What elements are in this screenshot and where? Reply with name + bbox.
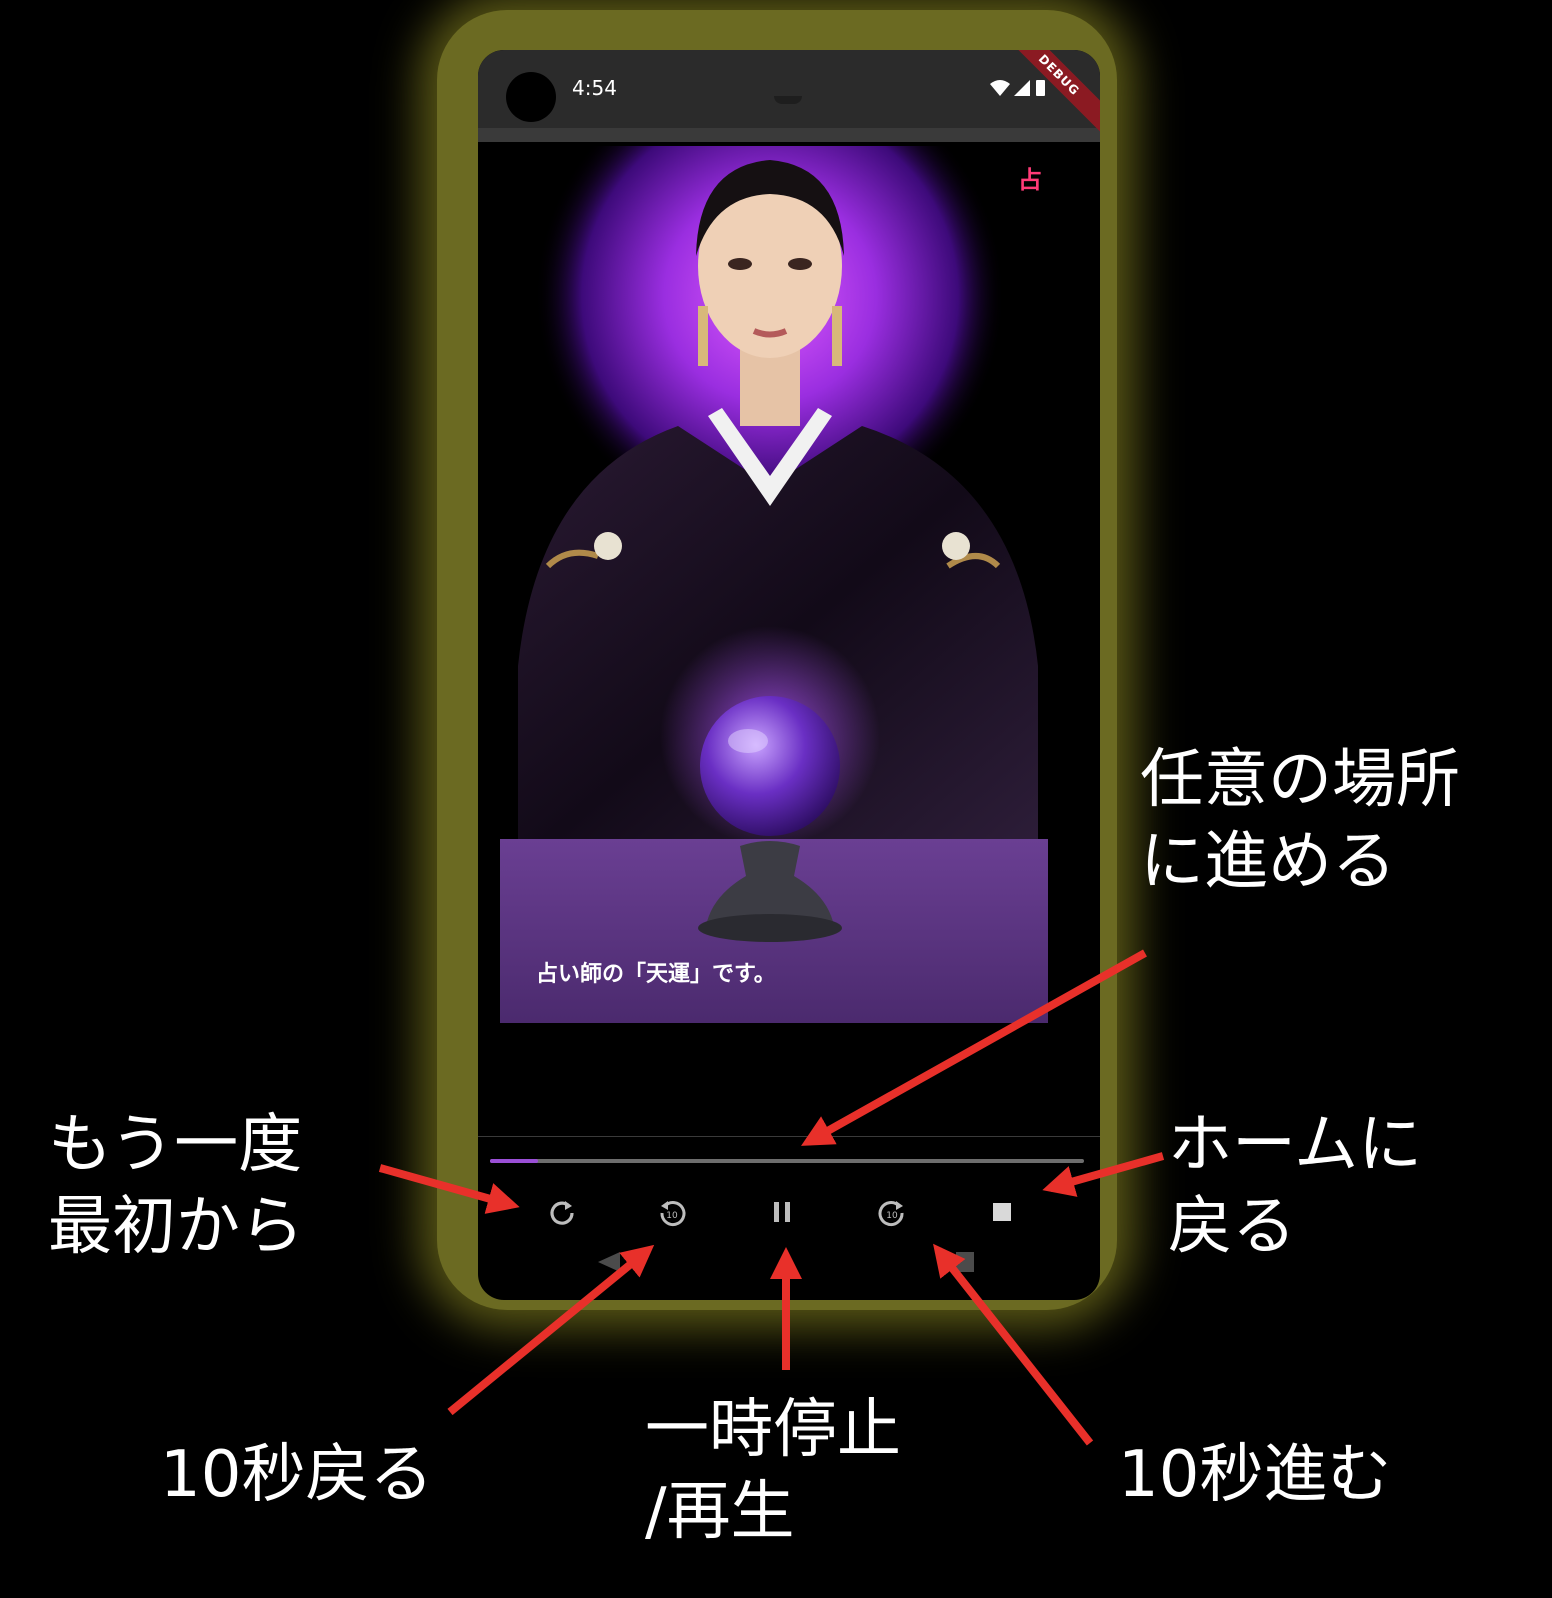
annotation-seek-line1: 任意の場所 [1140,743,1460,817]
annotation-home-line1: ホームに [1168,1108,1423,1182]
annotation-restart-line1: もう一度 [48,1108,303,1182]
annotation-seek: 任意の場所 に進める [1140,740,1460,904]
annotation-seek-line2: に進める [1140,824,1396,899]
annotation-home-line2: 戻る [1168,1189,1296,1264]
annotation-restart: もう一度 最初から [48,1105,304,1269]
annotation-rewind: 10秒戻る [160,1438,434,1512]
arrow-forward [933,1243,1094,1446]
arrow-restart [378,1164,520,1214]
arrow-seek [801,949,1147,1146]
arrow-home [1042,1152,1165,1197]
annotation-restart-line2: 最初から [48,1189,304,1264]
annotation-pause: 一時停止 /再生 [645,1390,901,1554]
arrow-rewind [447,1244,655,1416]
annotation-pause-line2: /再生 [645,1474,795,1549]
annotation-home: ホームに 戻る [1168,1105,1422,1269]
annotation-forward: 10秒進む [1118,1438,1392,1512]
annotation-pause-line1: 一時停止 [645,1393,901,1467]
